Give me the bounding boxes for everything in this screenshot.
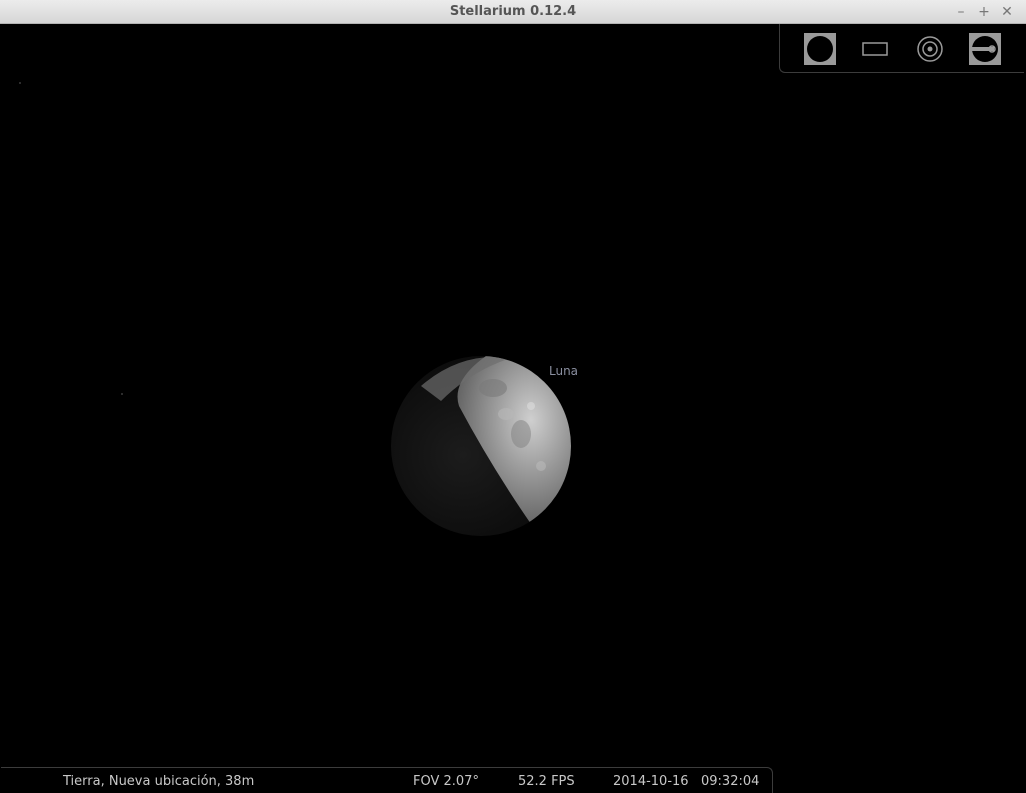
ccd-sensor-icon — [969, 33, 1001, 65]
stellarium-window: Stellarium 0.12.4 – + ✕ Luna Tierra, Nue… — [0, 0, 1026, 793]
fov-text: FOV 2.07° — [413, 774, 479, 789]
time-text[interactable]: 09:32:04 — [701, 774, 759, 789]
telescope-target-icon — [917, 36, 943, 62]
date-text[interactable]: 2014-10-16 — [613, 774, 689, 789]
oculars-toolbar — [779, 24, 1024, 73]
ocular-view-button[interactable] — [803, 32, 837, 66]
star — [121, 393, 123, 395]
close-button[interactable]: ✕ — [998, 3, 1016, 21]
window-title: Stellarium 0.12.4 — [449, 4, 577, 19]
telescope-target-button[interactable] — [913, 32, 947, 66]
full-moon-icon — [804, 33, 836, 65]
moon-label: Luna — [549, 364, 579, 378]
ocular-rectangle-button[interactable] — [858, 32, 892, 66]
status-bar: Tierra, Nueva ubicación, 38m FOV 2.07° 5… — [1, 767, 773, 793]
location-text[interactable]: Tierra, Nueva ubicación, 38m — [63, 774, 254, 789]
star — [19, 82, 21, 84]
maximize-button[interactable]: + — [975, 3, 993, 21]
fps-text: 52.2 FPS — [518, 774, 575, 789]
ccd-sensor-button[interactable] — [968, 32, 1002, 66]
title-bar[interactable]: Stellarium 0.12.4 – + ✕ — [0, 0, 1026, 24]
ocular-rectangle-icon — [862, 42, 888, 56]
minimize-button[interactable]: – — [952, 3, 970, 21]
sky-view[interactable]: Luna — [1, 24, 1025, 792]
